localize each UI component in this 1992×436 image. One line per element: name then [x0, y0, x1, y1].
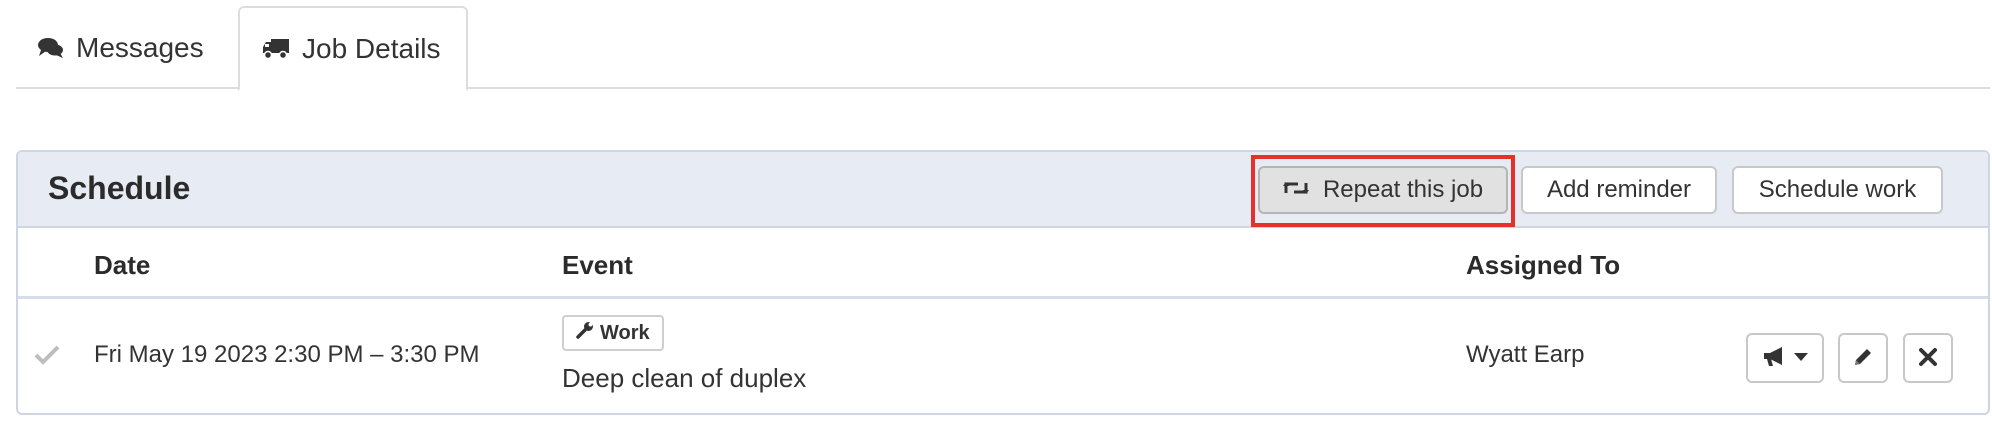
notify-dropdown-button[interactable] — [1746, 333, 1824, 383]
edit-button[interactable] — [1838, 333, 1888, 383]
work-badge: Work — [562, 315, 664, 351]
add-reminder-button[interactable]: Add reminder — [1521, 166, 1717, 214]
schedule-title: Schedule — [48, 170, 191, 206]
tab-job-details-label: Job Details — [302, 32, 441, 64]
tab-job-details[interactable]: Job Details — [238, 6, 468, 91]
close-icon — [1918, 347, 1938, 370]
repeat-job-button[interactable]: Repeat this job — [1258, 166, 1508, 214]
column-header-assigned-to: Assigned To — [1466, 250, 1621, 280]
column-header-date: Date — [94, 250, 151, 280]
row-date: Fri May 19 2023 2:30 PM – 3:30 PM — [94, 341, 480, 368]
caret-down-icon — [1794, 351, 1808, 366]
tab-bar: Messages Job Details — [16, 6, 1990, 91]
event-description: Deep clean of duplex — [562, 363, 807, 393]
job-page: Messages Job Details Schedule Repeat thi… — [0, 0, 1992, 436]
table-row: Fri May 19 2023 2:30 PM – 3:30 PM Work D… — [18, 299, 1988, 413]
wrench-icon — [576, 321, 594, 345]
column-header-event: Event — [562, 250, 633, 280]
schedule-header: Schedule Repeat this job Add reminder Sc… — [18, 152, 1988, 228]
truck-icon — [262, 38, 290, 60]
comments-icon — [38, 37, 64, 59]
delete-button[interactable] — [1903, 333, 1953, 383]
assigned-to: Wyatt Earp — [1466, 341, 1585, 368]
pencil-icon — [1852, 346, 1874, 371]
schedule-panel: Schedule Repeat this job Add reminder Sc… — [16, 150, 1990, 415]
bullhorn-icon — [1762, 346, 1788, 371]
tab-messages-label: Messages — [76, 31, 204, 63]
retweet-icon — [1282, 176, 1309, 204]
work-badge-label: Work — [600, 321, 650, 344]
tab-messages[interactable]: Messages — [16, 6, 238, 89]
repeat-job-label: Repeat this job — [1322, 176, 1484, 203]
checkmark-icon[interactable] — [34, 345, 60, 370]
schedule-work-button[interactable]: Schedule work — [1732, 166, 1943, 214]
